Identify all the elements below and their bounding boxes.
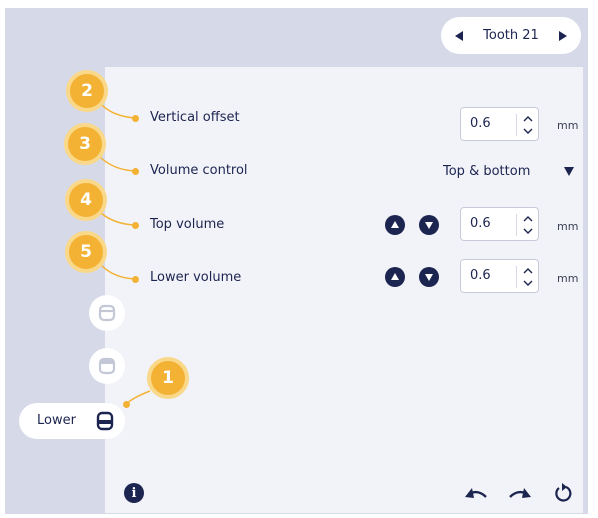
reset-icon[interactable] bbox=[553, 482, 573, 504]
decrease-icon[interactable] bbox=[523, 280, 533, 287]
top-volume-up-icon[interactable] bbox=[385, 215, 405, 235]
top-volume-unit: mm bbox=[557, 220, 579, 233]
info-icon[interactable]: i bbox=[124, 483, 144, 503]
lower-mode-label: Lower bbox=[37, 413, 76, 428]
undo-icon[interactable] bbox=[464, 484, 488, 502]
vertical-offset-label: Vertical offset bbox=[150, 110, 240, 125]
lower-mode-button[interactable]: Lower bbox=[19, 403, 125, 439]
callout-badge-4: 4 bbox=[65, 179, 107, 221]
increase-icon[interactable] bbox=[523, 267, 533, 274]
crown-lower-icon bbox=[96, 411, 114, 431]
volume-control-label: Volume control bbox=[150, 163, 248, 178]
callout-dot-5 bbox=[132, 276, 139, 283]
callout-dot-3 bbox=[132, 168, 139, 175]
callout-badge-2: 2 bbox=[66, 70, 108, 112]
decrease-icon[interactable] bbox=[523, 128, 533, 135]
callout-dot-1 bbox=[123, 401, 130, 408]
top-volume-stepper[interactable]: 0.6 bbox=[460, 207, 539, 241]
volume-control-select[interactable]: Top & bottom bbox=[443, 164, 530, 179]
callout-badge-3: 3 bbox=[64, 123, 106, 165]
top-volume-down-icon[interactable] bbox=[419, 215, 439, 235]
redo-icon[interactable] bbox=[508, 484, 532, 502]
vertical-offset-stepper[interactable]: 0.6 bbox=[460, 107, 539, 141]
vertical-offset-value[interactable]: 0.6 bbox=[470, 116, 491, 131]
callout-badge-1: 1 bbox=[147, 357, 189, 399]
top-volume-value[interactable]: 0.6 bbox=[470, 216, 491, 231]
stepper-divider bbox=[516, 266, 517, 288]
lower-volume-stepper[interactable]: 0.6 bbox=[460, 259, 539, 293]
lower-volume-label: Lower volume bbox=[150, 270, 242, 285]
callout-dot-2 bbox=[132, 115, 139, 122]
callout-badge-5: 5 bbox=[65, 231, 107, 273]
stepper-divider bbox=[516, 214, 517, 236]
middle-mode-button[interactable] bbox=[89, 348, 125, 384]
lower-volume-down-icon[interactable] bbox=[419, 267, 439, 287]
lower-volume-up-icon[interactable] bbox=[385, 267, 405, 287]
decrease-icon[interactable] bbox=[523, 228, 533, 235]
increase-icon[interactable] bbox=[523, 115, 533, 122]
lower-volume-value[interactable]: 0.6 bbox=[470, 268, 491, 283]
upper-mode-button[interactable] bbox=[89, 295, 125, 331]
vertical-offset-unit: mm bbox=[557, 119, 579, 132]
callout-dot-4 bbox=[132, 222, 139, 229]
increase-icon[interactable] bbox=[523, 215, 533, 222]
crown-upper-icon bbox=[98, 304, 116, 322]
stepper-divider bbox=[516, 114, 517, 136]
crown-middle-icon bbox=[98, 357, 116, 375]
top-volume-label: Top volume bbox=[150, 217, 225, 232]
dropdown-arrow-icon[interactable] bbox=[564, 167, 574, 176]
lower-volume-unit: mm bbox=[557, 272, 579, 285]
